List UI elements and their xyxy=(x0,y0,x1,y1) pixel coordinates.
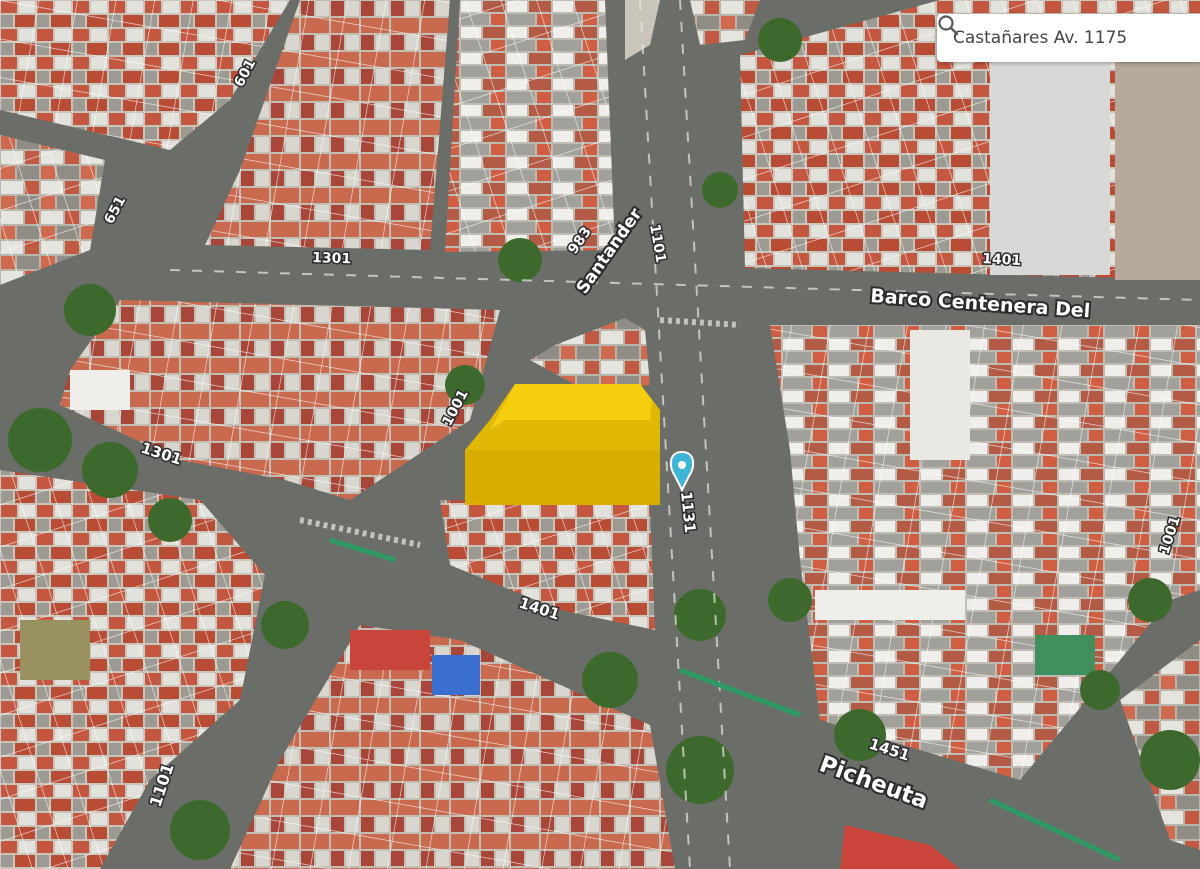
search-box[interactable] xyxy=(937,14,1200,62)
satellite-map[interactable]: 601 651 1101 983 1301 1401 1001 1301 113… xyxy=(0,0,1200,869)
search-input[interactable] xyxy=(945,17,1200,59)
block-number-1401-top: 1401 xyxy=(982,251,1022,269)
map-canvas[interactable]: 601 651 1101 983 1301 1401 1001 1301 113… xyxy=(0,0,1200,869)
search-icon[interactable] xyxy=(937,14,959,36)
block-number-1301-top: 1301 xyxy=(312,250,352,267)
